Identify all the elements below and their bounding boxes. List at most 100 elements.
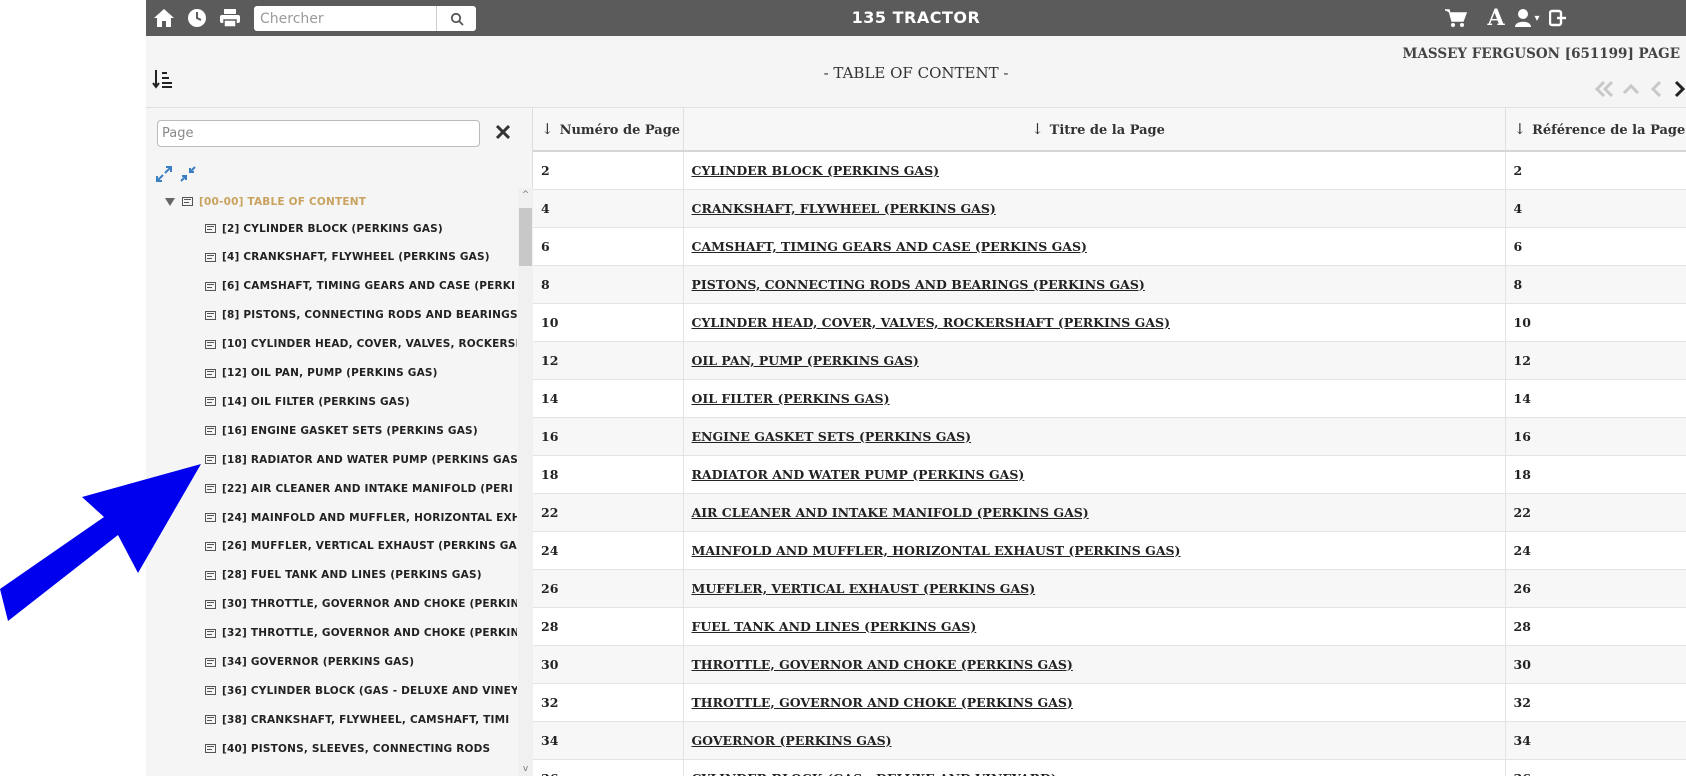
- tree-item[interactable]: [12] OIL PAN, PUMP (PERKINS GAS): [205, 360, 517, 387]
- cell-text: 16: [541, 428, 559, 444]
- tree-root-label: [00-00] TABLE OF CONTENT: [199, 195, 367, 208]
- cell-text: 32: [541, 694, 559, 710]
- cell-page-reference: 14: [1505, 379, 1686, 418]
- close-icon[interactable]: [494, 123, 514, 143]
- document-icon: [205, 281, 216, 291]
- table-row[interactable]: 30 THROTTLE, GOVERNOR AND CHOKE (PERKINS …: [533, 645, 1686, 684]
- table-row[interactable]: 18 RADIATOR AND WATER PUMP (PERKINS GAS) 1…: [533, 455, 1686, 494]
- page-title-link[interactable]: CYLINDER BLOCK (PERKINS GAS): [692, 163, 940, 178]
- cell-text: 26: [1513, 580, 1531, 596]
- page-title-link[interactable]: CRANKSHAFT, FLYWHEEL (PERKINS GAS): [692, 201, 996, 216]
- column-header-page-number[interactable]: ↓ Numéro de Page: [533, 108, 684, 152]
- tree-item[interactable]: [6] CAMSHAFT, TIMING GEARS AND CASE (PER…: [205, 273, 517, 300]
- logout-icon[interactable]: [1548, 5, 1568, 31]
- caret-down-icon[interactable]: [164, 197, 176, 207]
- table-row[interactable]: 32 THROTTLE, GOVERNOR AND CHOKE (PERKINS …: [533, 683, 1686, 722]
- expand-all-icon[interactable]: [154, 164, 174, 184]
- tree-item[interactable]: [22] AIR CLEANER AND INTAKE MANIFOLD (PE…: [205, 475, 517, 502]
- tree-item[interactable]: [36] CYLINDER BLOCK (GAS - DELUXE AND VI…: [205, 677, 517, 704]
- cart-icon[interactable]: [1442, 5, 1470, 31]
- tree-item[interactable]: [2] CYLINDER BLOCK (PERKINS GAS): [205, 215, 517, 242]
- table-row[interactable]: 34 GOVERNOR (PERKINS GAS) 34: [533, 721, 1686, 760]
- document-icon: [205, 252, 216, 262]
- page-title-link[interactable]: OIL FILTER (PERKINS GAS): [692, 391, 890, 406]
- tree-item[interactable]: [34] GOVERNOR (PERKINS GAS): [205, 649, 517, 676]
- cell-page-title: MUFFLER, VERTICAL EXHAUST (PERKINS GAS): [683, 569, 1506, 608]
- column-header-page-title[interactable]: ↓ Titre de la Page: [683, 108, 1506, 152]
- page-title-link[interactable]: THROTTLE, GOVERNOR AND CHOKE (PERKINS GA…: [692, 695, 1073, 710]
- scroll-thumb[interactable]: [519, 208, 532, 266]
- page-title-link[interactable]: GOVERNOR (PERKINS GAS): [692, 733, 892, 748]
- cell-page-number: 32: [533, 683, 684, 722]
- cell-page-title: AIR CLEANER AND INTAKE MANIFOLD (PERKINS…: [683, 493, 1506, 532]
- sort-arrow-icon: ↓: [1513, 120, 1527, 138]
- page-title-link[interactable]: ENGINE GASKET SETS (PERKINS GAS): [692, 429, 972, 444]
- page-title-link[interactable]: THROTTLE, GOVERNOR AND CHOKE (PERKINS GA…: [692, 657, 1073, 672]
- previous-page-icon[interactable]: [1646, 78, 1668, 100]
- page-title-link[interactable]: PISTONS, CONNECTING RODS AND BEARINGS (P…: [692, 277, 1145, 292]
- next-page-icon[interactable]: [1672, 78, 1686, 100]
- table-row[interactable]: 8 PISTONS, CONNECTING RODS AND BEARINGS (…: [533, 265, 1686, 304]
- tree-root[interactable]: [00-00] TABLE OF CONTENT: [164, 188, 366, 215]
- scroll-down-icon[interactable]: v: [518, 762, 533, 776]
- document-icon: [205, 397, 216, 407]
- cell-text: 36: [1514, 771, 1531, 776]
- cell-page-number: 10: [533, 303, 684, 342]
- table-row[interactable]: 10 CYLINDER HEAD, COVER, VALVES, ROCKERSH…: [533, 303, 1686, 342]
- tree-item[interactable]: [28] FUEL TANK AND LINES (PERKINS GAS): [205, 562, 517, 589]
- font-size-icon[interactable]: A: [1484, 5, 1508, 31]
- page-title-link[interactable]: FUEL TANK AND LINES (PERKINS GAS): [692, 619, 977, 634]
- table-row[interactable]: 2 CYLINDER BLOCK (PERKINS GAS) 2: [533, 151, 1686, 190]
- table-row[interactable]: 36 CYLINDER BLOCK (GAS - DELUXE AND VINEY…: [533, 759, 1686, 776]
- cell-page-title: FUEL TANK AND LINES (PERKINS GAS): [683, 607, 1506, 646]
- tree-item[interactable]: [8] PISTONS, CONNECTING RODS AND BEARING…: [205, 302, 517, 329]
- user-menu[interactable]: ▾: [1510, 5, 1544, 31]
- table-row[interactable]: 22 AIR CLEANER AND INTAKE MANIFOLD (PERKI…: [533, 493, 1686, 532]
- page-title-link[interactable]: AIR CLEANER AND INTAKE MANIFOLD (PERKINS…: [692, 505, 1089, 520]
- collapse-all-icon[interactable]: [178, 164, 198, 184]
- table-row[interactable]: 4 CRANKSHAFT, FLYWHEEL (PERKINS GAS) 4: [533, 189, 1686, 228]
- page-title-link[interactable]: CYLINDER HEAD, COVER, VALVES, ROCKERSHAF…: [692, 315, 1171, 330]
- table-row[interactable]: 14 OIL FILTER (PERKINS GAS) 14: [533, 379, 1686, 418]
- page-filter-input[interactable]: [157, 120, 480, 147]
- page-title-link[interactable]: CAMSHAFT, TIMING GEARS AND CASE (PERKINS…: [692, 239, 1087, 254]
- document-icon: [205, 570, 216, 580]
- table-row[interactable]: 26 MUFFLER, VERTICAL EXHAUST (PERKINS GAS…: [533, 569, 1686, 608]
- cell-page-reference: 30: [1505, 645, 1686, 684]
- tree-item[interactable]: [30] THROTTLE, GOVERNOR AND CHOKE (PERKI…: [205, 591, 517, 618]
- scroll-up-icon[interactable]: ^: [518, 188, 533, 202]
- toc-table-container: ↓ Numéro de Page ↓ Titre de la Page ↓ Référ…: [533, 108, 1686, 776]
- tree-item[interactable]: [18] RADIATOR AND WATER PUMP (PERKINS GA…: [205, 446, 517, 473]
- sort-arrow-icon: ↓: [541, 120, 554, 138]
- tree-item[interactable]: [14] OIL FILTER (PERKINS GAS): [205, 388, 517, 415]
- page-title-link[interactable]: RADIATOR AND WATER PUMP (PERKINS GAS): [692, 467, 1025, 482]
- user-menu-caret: ▾: [1534, 12, 1540, 24]
- cell-page-number: 34: [533, 721, 684, 760]
- table-row[interactable]: 16 ENGINE GASKET SETS (PERKINS GAS) 16: [533, 417, 1686, 456]
- tree-item[interactable]: [32] THROTTLE, GOVERNOR AND CHOKE (PERKI…: [205, 620, 517, 647]
- first-page-icon[interactable]: [1594, 78, 1616, 100]
- document-icon: [205, 541, 216, 551]
- tree-item[interactable]: [4] CRANKSHAFT, FLYWHEEL (PERKINS GAS): [205, 244, 517, 271]
- chevron-up-icon[interactable]: [1620, 78, 1642, 100]
- tree-item[interactable]: [26] MUFFLER, VERTICAL EXHAUST (PERKINS …: [205, 533, 517, 560]
- column-header-page-reference[interactable]: ↓ Référence de la Page: [1505, 108, 1686, 152]
- tree-scrollbar[interactable]: ^ v: [518, 188, 533, 776]
- page-header: - TABLE OF CONTENT - MASSEY FERGUSON [65…: [146, 36, 1686, 108]
- cell-text: 4: [1513, 200, 1523, 216]
- tree-item[interactable]: [40] PISTONS, SLEEVES, CONNECTING RODS: [205, 735, 517, 762]
- tree-item[interactable]: [16] ENGINE GASKET SETS (PERKINS GAS): [205, 417, 517, 444]
- table-row[interactable]: 24 MAINFOLD AND MUFFLER, HORIZONTAL EXHAU…: [533, 531, 1686, 570]
- cell-text: 6: [1513, 238, 1523, 254]
- page-title-link[interactable]: OIL PAN, PUMP (PERKINS GAS): [692, 353, 919, 368]
- page-title-link[interactable]: CYLINDER BLOCK (GAS - DELUXE AND VINEYAR…: [692, 771, 1057, 776]
- table-row[interactable]: 6 CAMSHAFT, TIMING GEARS AND CASE (PERKIN…: [533, 227, 1686, 266]
- tree-item[interactable]: [38] CRANKSHAFT, FLYWHEEL, CAMSHAFT, TIM…: [205, 706, 517, 733]
- tree-item[interactable]: [24] MAINFOLD AND MUFFLER, HORIZONTAL EX…: [205, 504, 517, 531]
- table-row[interactable]: 12 OIL PAN, PUMP (PERKINS GAS) 12: [533, 341, 1686, 380]
- table-body: 2 CYLINDER BLOCK (PERKINS GAS) 2 4 CRANKSHAF…: [533, 151, 1686, 776]
- page-title-link[interactable]: MAINFOLD AND MUFFLER, HORIZONTAL EXHAUST…: [692, 543, 1181, 558]
- table-row[interactable]: 28 FUEL TANK AND LINES (PERKINS GAS) 28: [533, 607, 1686, 646]
- page-title-link[interactable]: MUFFLER, VERTICAL EXHAUST (PERKINS GAS): [692, 581, 1036, 596]
- tree-item[interactable]: [10] CYLINDER HEAD, COVER, VALVES, ROCKE…: [205, 331, 517, 358]
